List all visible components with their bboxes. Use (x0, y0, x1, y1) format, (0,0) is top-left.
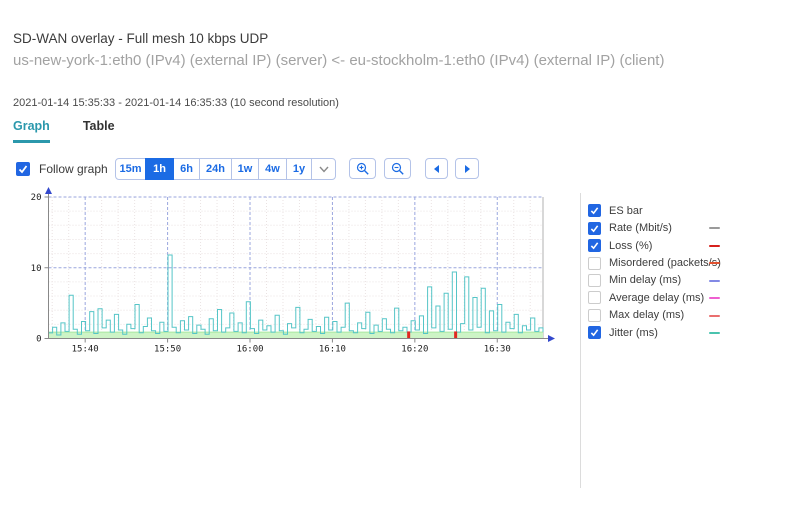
legend-label: Min delay (ms) (609, 274, 682, 287)
arrow-left-icon (434, 164, 439, 173)
page-title: SD-WAN overlay - Full mesh 10 kbps UDP (13, 31, 269, 46)
legend-color-swatch (709, 244, 720, 247)
legend-checkbox-jitter-ms[interactable] (588, 326, 601, 340)
legend-color-swatch (709, 227, 720, 230)
zoom-in-button[interactable] (349, 158, 376, 179)
follow-graph-checkbox[interactable] (16, 162, 30, 176)
legend-checkbox-es-bar[interactable] (588, 204, 601, 218)
time-period-text: 2021-01-14 15:35:33 - 2021-01-14 16:35:3… (13, 97, 339, 109)
checkmark-icon (590, 329, 599, 337)
legend-label: Rate (Mbit/s) (609, 222, 672, 235)
legend-item-loss: Loss (%) (588, 237, 768, 254)
legend-item-rate-mbit-s: Rate (Mbit/s) (588, 219, 768, 236)
legend-checkbox-rate-mbit-s[interactable] (588, 221, 601, 235)
chevron-down-icon (318, 166, 329, 173)
pan-left-button[interactable] (425, 158, 448, 179)
range-4w-button[interactable]: 4w (258, 158, 287, 180)
legend-label: Max delay (ms) (609, 309, 685, 322)
legend-item-es-bar: ES bar (588, 202, 768, 219)
legend-label: ES bar (609, 204, 643, 217)
legend-item-max-delay-ms: Max delay (ms) (588, 307, 768, 324)
x-axis-tick-label: 15:40 (72, 345, 99, 355)
legend-label: Misordered (packets/s) (609, 257, 721, 270)
tab-table[interactable]: Table (83, 119, 115, 143)
legend-divider (580, 193, 581, 488)
y-axis-tick-label: 0 (36, 335, 41, 345)
x-axis-tick-label: 16:20 (401, 345, 428, 355)
checkmark-icon (18, 165, 28, 174)
range-24h-button[interactable]: 24h (199, 158, 232, 180)
legend-item-min-delay-ms: Min delay (ms) (588, 272, 768, 289)
chart-plot-area[interactable]: 0 10 20 15:40 15:50 16:00 16:10 16:20 16:30 (0, 185, 570, 365)
chart-legend: ES bar Rate (Mbit/s) Loss (%) Misordered (p… (588, 202, 768, 342)
pan-right-button[interactable] (455, 158, 479, 179)
legend-color-swatch (709, 332, 720, 335)
range-1w-button[interactable]: 1w (231, 158, 259, 180)
checkmark-icon (590, 224, 599, 233)
legend-checkbox-min-delay-ms[interactable] (588, 273, 601, 287)
zoom-in-icon (356, 162, 369, 175)
range-15m-button[interactable]: 15m (115, 158, 146, 180)
page-subtitle: us-new-york-1:eth0 (IPv4) (external IP) … (13, 52, 665, 69)
range-1h-button[interactable]: 1h (145, 158, 174, 180)
legend-color-swatch (709, 279, 720, 282)
zoom-out-icon (391, 162, 404, 175)
legend-label: Jitter (ms) (609, 326, 658, 339)
tab-bar: Graph Table (13, 119, 115, 143)
follow-graph-control: Follow graph (16, 158, 108, 180)
timeseries-chart: 0 10 20 15:40 15:50 16:00 16:10 16:20 16:30 (31, 187, 555, 355)
legend-item-jitter-ms: Jitter (ms) (588, 324, 768, 341)
y-axis-tick-label: 20 (31, 193, 42, 203)
follow-graph-label: Follow graph (39, 162, 108, 176)
legend-color-swatch (709, 262, 720, 265)
legend-label: Loss (%) (609, 239, 653, 252)
legend-checkbox-misordered-packets-s[interactable] (588, 256, 601, 270)
x-axis-tick-label: 16:10 (319, 345, 346, 355)
legend-checkbox-loss[interactable] (588, 239, 601, 253)
legend-label: Average delay (ms) (609, 291, 705, 304)
arrow-right-icon (464, 164, 470, 173)
range-6h-button[interactable]: 6h (173, 158, 200, 180)
range-1y-button[interactable]: 1y (286, 158, 312, 180)
checkmark-icon (590, 207, 599, 215)
x-axis-tick-label: 15:50 (154, 345, 181, 355)
legend-item-average-delay-ms: Average delay (ms) (588, 289, 768, 306)
x-axis-tick-label: 16:30 (484, 345, 511, 355)
legend-item-misordered-packets-s: Misordered (packets/s) (588, 254, 768, 271)
legend-color-swatch (709, 314, 720, 317)
zoom-out-button[interactable] (384, 158, 411, 179)
checkmark-icon (590, 242, 599, 250)
y-axis-tick-label: 10 (31, 264, 42, 274)
legend-checkbox-average-delay-ms[interactable] (588, 291, 601, 305)
x-axis-tick-label: 16:00 (236, 345, 263, 355)
legend-color-swatch (709, 297, 720, 300)
range-more-dropdown-button[interactable] (311, 158, 336, 180)
tab-graph[interactable]: Graph (13, 119, 50, 143)
legend-checkbox-max-delay-ms[interactable] (588, 308, 601, 322)
time-range-button-group: 15m 1h 6h 24h 1w 4w 1y (115, 158, 336, 180)
